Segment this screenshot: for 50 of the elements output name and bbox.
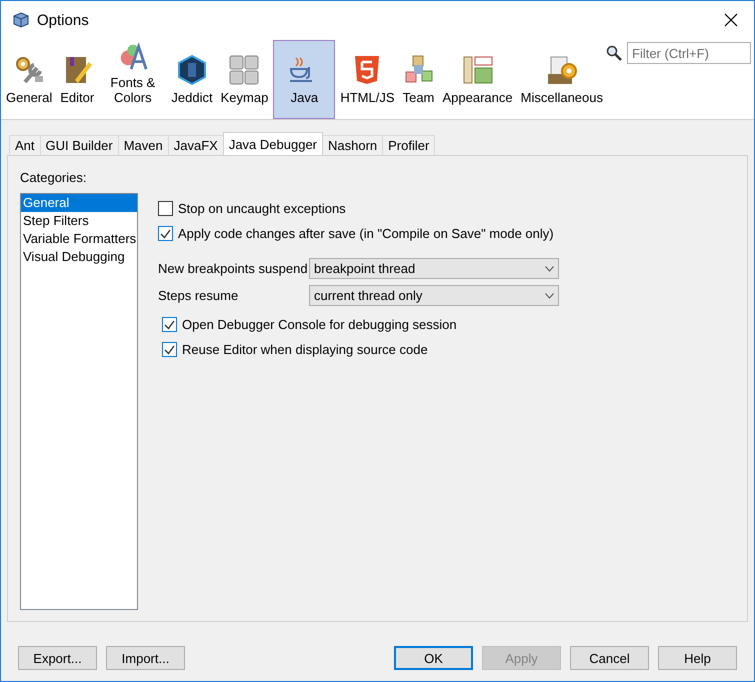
checkbox[interactable] — [162, 317, 177, 332]
checkbox-label: Open Debugger Console for debugging session — [182, 317, 457, 332]
category-item[interactable]: Step Filters — [21, 212, 137, 230]
hexagon-icon — [176, 54, 208, 86]
category-item[interactable]: Variable Formatters — [21, 230, 137, 248]
window-title: Options — [37, 12, 90, 28]
checkbox-label: Reuse Editor when displaying source code — [182, 342, 428, 357]
field-label: New breakpoints suspend — [158, 261, 309, 276]
check-icon — [164, 344, 175, 355]
tab[interactable]: Ant — [9, 135, 41, 155]
dialog-button[interactable]: Export... — [18, 646, 97, 670]
dialog-button[interactable]: Help — [658, 646, 737, 670]
check-icon — [160, 228, 171, 239]
gear-and-wrench-icon — [13, 54, 46, 86]
checkbox[interactable] — [162, 342, 177, 357]
dropdown[interactable]: current thread only — [309, 285, 559, 306]
caret-icon — [545, 266, 554, 272]
field-label: Steps resume — [158, 288, 240, 303]
toolbar-button[interactable]: HTML/JS — [337, 40, 398, 119]
close-icon — [724, 13, 738, 27]
search-icon — [606, 45, 622, 61]
toolbar-button[interactable]: Appearance — [440, 40, 516, 119]
checkbox-label: Apply code changes after save (in "Compile on Save" mode only) — [178, 226, 554, 241]
tab[interactable]: Profiler — [382, 135, 436, 155]
filter-field[interactable]: Filter (Ctrl+F) — [627, 42, 751, 64]
toolbar-button[interactable]: Editor — [57, 40, 98, 119]
toolbar-button[interactable]: Java — [273, 40, 336, 119]
dialog-button[interactable]: OK — [394, 646, 473, 670]
toolbar-button[interactable]: Team — [400, 40, 438, 119]
tab[interactable]: Java Debugger — [222, 132, 323, 155]
dropdown[interactable]: breakpoint thread — [309, 258, 559, 279]
cube-icon — [13, 12, 29, 28]
checkbox[interactable] — [158, 201, 173, 216]
keyboard-keys-icon — [228, 54, 260, 86]
toolbar-button[interactable]: Fonts & Colors — [99, 40, 166, 119]
checkbox-label: Stop on uncaught exceptions — [178, 201, 346, 216]
category-item[interactable]: General — [21, 194, 137, 212]
toolbar-button[interactable]: General — [3, 40, 56, 119]
check-icon — [164, 319, 175, 330]
toolbar-button[interactable]: Jeddict — [168, 40, 216, 119]
dialog-button[interactable]: Cancel — [570, 646, 649, 670]
toolbar-button[interactable]: Keymap — [218, 40, 272, 119]
category-item[interactable]: Visual Debugging — [21, 248, 137, 266]
toolbar-button[interactable]: Miscellaneous — [518, 40, 606, 119]
layout-panels-icon — [462, 54, 494, 86]
categories-label: Categories: — [20, 170, 88, 185]
caret-icon — [545, 292, 554, 298]
checkbox[interactable] — [158, 226, 173, 241]
dialog-button[interactable]: Import... — [106, 646, 185, 670]
documents-and-gear-icon — [546, 54, 578, 86]
